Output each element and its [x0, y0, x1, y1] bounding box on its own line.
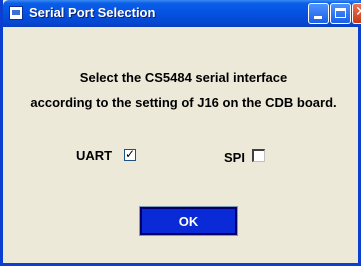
spi-checkbox[interactable] [252, 149, 265, 162]
message-line-1: Select the CS5484 serial interface [79, 70, 288, 85]
app-window-icon [9, 6, 23, 20]
title-bar[interactable]: Serial Port Selection [3, 0, 361, 27]
minimize-icon[interactable] [308, 3, 329, 24]
check-icon: ✓ [125, 147, 136, 161]
uart-checkbox[interactable]: ✓ [124, 147, 136, 161]
uart-label: UART [76, 148, 113, 163]
window-title: Serial Port Selection [29, 5, 156, 20]
serial-port-dialog: Serial Port Selection Select the CS5484 … [0, 0, 361, 266]
ok-button[interactable]: OK [139, 206, 238, 236]
maximize-icon[interactable] [330, 3, 351, 24]
close-icon[interactable] [352, 3, 361, 24]
spi-label: SPI [224, 150, 245, 165]
message-line-2: according to the setting of J16 on the C… [30, 95, 337, 110]
